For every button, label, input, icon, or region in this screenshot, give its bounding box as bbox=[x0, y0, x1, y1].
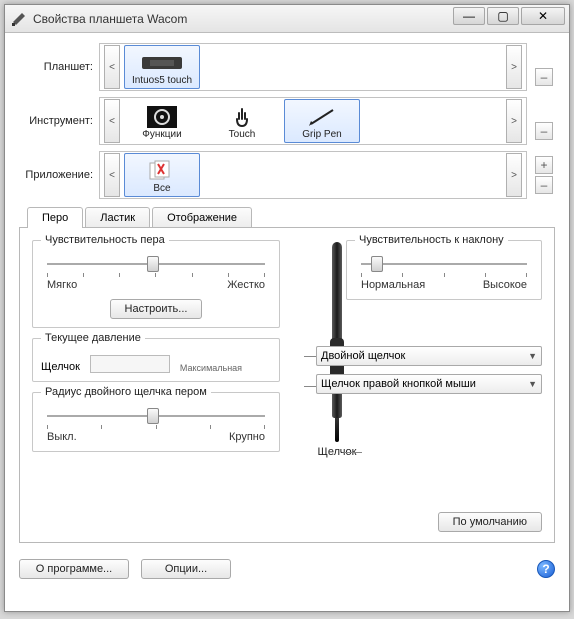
current-pressure-group: Текущее давление Щелчок Максимальная bbox=[32, 338, 280, 382]
pen-tabs: Перо Ластик Отображение Чувствительность… bbox=[19, 207, 555, 543]
apps-icon bbox=[130, 159, 194, 183]
large-label: Крупно bbox=[229, 431, 265, 443]
maximize-button[interactable]: ▢ bbox=[487, 7, 519, 25]
pressure-title: Текущее давление bbox=[41, 332, 145, 344]
app-item-label: Все bbox=[153, 183, 170, 194]
tab-panel-pen: Чувствительность пера Мягко Жестко Настр… bbox=[19, 227, 555, 543]
app-label: Приложение: bbox=[19, 169, 99, 181]
tool-item-grip-pen[interactable]: Grip Pen bbox=[284, 99, 360, 143]
app-item-all[interactable]: Все bbox=[124, 153, 200, 197]
double-click-title: Радиус двойного щелчка пером bbox=[41, 386, 211, 398]
minimize-button[interactable]: — bbox=[453, 7, 485, 25]
functions-icon bbox=[130, 105, 194, 129]
content: Планшет: < Intuos5 touch > – Инструмент: bbox=[5, 33, 569, 551]
tablet-row: Планшет: < Intuos5 touch > – bbox=[19, 43, 555, 91]
lower-button-value: Щелчок правой кнопкой мыши bbox=[321, 378, 476, 390]
tool-label: Инструмент: bbox=[19, 115, 99, 127]
scroll-left-button[interactable]: < bbox=[104, 45, 120, 89]
hard-label: Жестко bbox=[227, 279, 265, 291]
upper-button-combo[interactable]: Двойной щелчок ▼ bbox=[316, 346, 542, 366]
scroll-right-button[interactable]: > bbox=[506, 153, 522, 197]
remove-app-button[interactable]: – bbox=[535, 176, 553, 194]
tip-feel-slider[interactable] bbox=[47, 255, 265, 273]
pressure-bar bbox=[90, 355, 170, 373]
chevron-down-icon: ▼ bbox=[528, 351, 537, 361]
tablet-item-label: Intuos5 touch bbox=[132, 75, 192, 86]
double-click-slider[interactable] bbox=[47, 407, 265, 425]
tab-pen[interactable]: Перо bbox=[27, 207, 83, 228]
soft-label: Мягко bbox=[47, 279, 77, 291]
window-buttons: — ▢ ✕ bbox=[453, 7, 565, 25]
close-button[interactable]: ✕ bbox=[521, 7, 565, 25]
tool-item-functions[interactable]: Функции bbox=[124, 99, 200, 143]
off-label: Выкл. bbox=[47, 431, 77, 443]
tablet-item-intuos5[interactable]: Intuos5 touch bbox=[124, 45, 200, 89]
app-row: Приложение: < Все > + – bbox=[19, 151, 555, 199]
tilt-title: Чувствительность к наклону bbox=[355, 234, 508, 246]
remove-tool-button[interactable]: – bbox=[535, 122, 553, 140]
scroll-right-button[interactable]: > bbox=[506, 99, 522, 143]
window: Свойства планшета Wacom — ▢ ✕ Планшет: <… bbox=[4, 4, 570, 612]
app-icon bbox=[11, 11, 27, 27]
add-app-button[interactable]: + bbox=[535, 156, 553, 174]
tab-eraser[interactable]: Ластик bbox=[85, 207, 150, 228]
footer: О программе... Опции... ? bbox=[5, 551, 569, 591]
customize-button[interactable]: Настроить... bbox=[110, 299, 203, 319]
scroll-left-button[interactable]: < bbox=[104, 99, 120, 143]
pen-icon bbox=[290, 105, 354, 129]
tool-item-label: Функции bbox=[142, 129, 181, 140]
click-label: Щелчок bbox=[41, 361, 80, 373]
max-label: Максимальная bbox=[180, 363, 242, 373]
tilt-slider[interactable] bbox=[361, 255, 527, 273]
help-button[interactable]: ? bbox=[537, 560, 555, 578]
app-picker: < Все > bbox=[99, 151, 527, 199]
tablet-picker: < Intuos5 touch > bbox=[99, 43, 527, 91]
double-click-group: Радиус двойного щелчка пером Выкл. Крупн… bbox=[32, 392, 280, 452]
tool-item-label: Touch bbox=[229, 129, 256, 140]
upper-button-value: Двойной щелчок bbox=[321, 350, 405, 362]
lower-button-combo[interactable]: Щелчок правой кнопкой мыши ▼ bbox=[316, 374, 542, 394]
tab-mapping[interactable]: Отображение bbox=[152, 207, 252, 228]
tip-feel-title: Чувствительность пера bbox=[41, 234, 169, 246]
remove-tablet-button[interactable]: – bbox=[535, 68, 553, 86]
tilt-group: Чувствительность к наклону Нормальная Вы… bbox=[346, 240, 542, 300]
tool-item-touch[interactable]: Touch bbox=[204, 99, 280, 143]
scroll-left-button[interactable]: < bbox=[104, 153, 120, 197]
default-button[interactable]: По умолчанию bbox=[438, 512, 542, 532]
tablet-label: Планшет: bbox=[19, 61, 99, 73]
tip-feel-group: Чувствительность пера Мягко Жестко Настр… bbox=[32, 240, 280, 328]
touch-icon bbox=[210, 105, 274, 129]
scroll-right-button[interactable]: > bbox=[506, 45, 522, 89]
tabbar: Перо Ластик Отображение bbox=[19, 207, 555, 228]
options-button[interactable]: Опции... bbox=[141, 559, 231, 579]
chevron-down-icon: ▼ bbox=[528, 379, 537, 389]
titlebar[interactable]: Свойства планшета Wacom — ▢ ✕ bbox=[5, 5, 569, 33]
normal-label: Нормальная bbox=[361, 279, 425, 291]
about-button[interactable]: О программе... bbox=[19, 559, 129, 579]
high-label: Высокое bbox=[483, 279, 527, 291]
tablet-icon bbox=[130, 51, 194, 75]
tool-picker: < Функции Touch Grip bbox=[99, 97, 527, 145]
tool-row: Инструмент: < Функции Touch bbox=[19, 97, 555, 145]
pen-button-mapping: Двойной щелчок ▼ Щелчок правой кнопкой м… bbox=[316, 346, 542, 402]
tool-item-label: Grip Pen bbox=[302, 129, 341, 140]
